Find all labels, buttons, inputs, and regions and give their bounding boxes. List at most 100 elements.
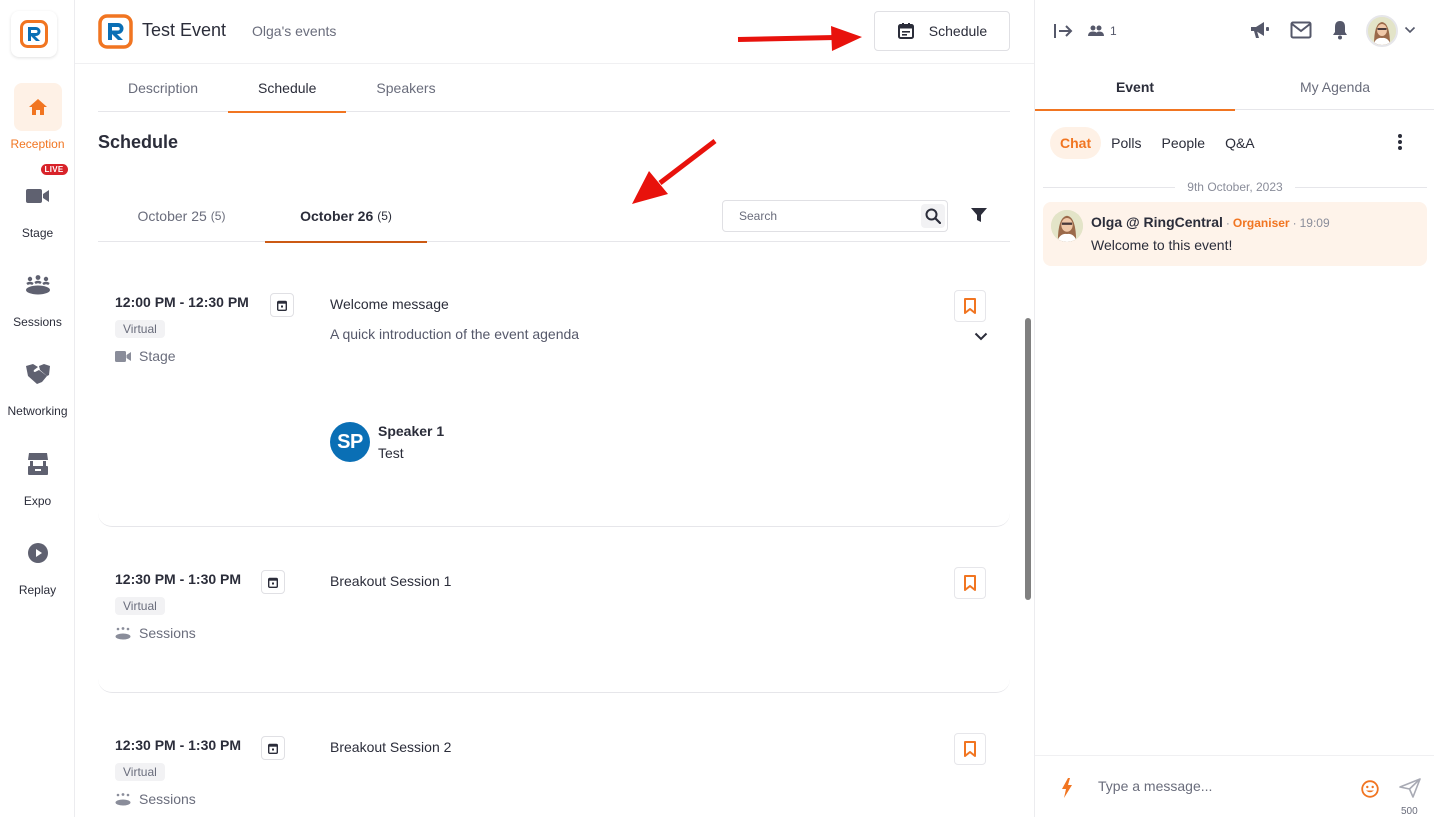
messages-button[interactable] (1290, 21, 1312, 39)
schedule-button[interactable]: Schedule (874, 11, 1010, 51)
user-avatar[interactable] (1366, 15, 1398, 47)
date-tab-count: (5) (210, 209, 226, 223)
schedule-search (722, 200, 948, 232)
separator-dot: · (1225, 216, 1230, 230)
sidebar-item-label: Stage (21, 226, 54, 240)
calendar-add-icon (268, 743, 278, 754)
sidebar-item-networking[interactable]: Networking (0, 350, 75, 418)
megaphone-icon (1251, 22, 1269, 38)
divider (1294, 186, 1427, 188)
collapse-panel-button[interactable] (1053, 22, 1073, 40)
kebab-menu-icon (1398, 134, 1402, 150)
calendar-icon (897, 23, 914, 39)
sidebar-item-expo[interactable]: Expo (0, 440, 75, 508)
collapse-right-icon (1054, 24, 1073, 38)
emoji-button[interactable] (1361, 780, 1379, 798)
attendees-indicator[interactable]: 1 (1088, 24, 1117, 38)
bookmark-button[interactable] (954, 290, 986, 322)
main-scrollbar[interactable] (1025, 318, 1031, 600)
play-circle-icon (27, 543, 48, 563)
right-panel: 1 Event My Agenda Chat Polls People Q&A … (1034, 0, 1434, 817)
search-input[interactable] (723, 209, 913, 223)
main-content: Test Event Olga's events Schedule Descri… (75, 0, 1034, 817)
home-icon (28, 99, 47, 115)
lightning-icon (1062, 778, 1072, 798)
expand-session-button[interactable] (974, 328, 988, 346)
bookmark-button[interactable] (954, 567, 986, 599)
annotation-arrow-icon (737, 26, 862, 51)
people-group-icon (115, 626, 131, 639)
date-tab-october-25[interactable]: October 25 (5) (98, 190, 265, 242)
tab-schedule[interactable]: Schedule (228, 64, 347, 113)
session-format-tag: Virtual (115, 320, 165, 338)
session-location-label: Sessions (139, 791, 196, 807)
search-button[interactable] (921, 204, 945, 228)
user-photo-icon (1368, 17, 1396, 45)
schedule-heading: Schedule (98, 132, 179, 152)
calendar-add-icon (268, 577, 278, 588)
session-time: 12:30 PM - 1:30 PM (115, 737, 242, 753)
message-input[interactable] (1098, 778, 1348, 794)
sidebar-item-replay[interactable]: Replay (0, 529, 75, 597)
chevron-down-icon (1404, 26, 1416, 34)
sub-tab-qa[interactable]: Q&A (1215, 127, 1265, 159)
add-to-calendar-button[interactable] (261, 736, 285, 760)
sidebar-item-label: Reception (10, 137, 65, 151)
user-photo-icon (1051, 210, 1083, 242)
sub-tab-polls[interactable]: Polls (1101, 127, 1151, 159)
event-organizer[interactable]: Olga's events (252, 23, 336, 39)
sidebar-item-label: Networking (7, 404, 68, 418)
session-time: 12:30 PM - 1:30 PM (115, 571, 242, 587)
message-author-role: Organiser (1232, 216, 1290, 230)
announcements-button[interactable] (1250, 21, 1272, 39)
send-button[interactable] (1399, 778, 1421, 798)
sidebar-item-stage[interactable]: LIVE Stage (0, 164, 75, 240)
app-logo[interactable] (11, 11, 57, 57)
user-menu-button[interactable] (1404, 26, 1416, 34)
filter-button[interactable] (970, 206, 988, 229)
schedule-button-label: Schedule (928, 23, 988, 39)
tab-my-agenda[interactable]: My Agenda (1235, 64, 1434, 110)
sub-tab-chat[interactable]: Chat (1050, 127, 1102, 159)
add-to-calendar-button[interactable] (261, 570, 285, 594)
session-title[interactable]: Breakout Session 1 (330, 573, 451, 589)
date-tab-october-26[interactable]: October 26 (5) (265, 190, 427, 243)
speaker-avatar: SP (330, 422, 370, 462)
chevron-down-icon (974, 332, 988, 341)
session-location[interactable]: Sessions (115, 625, 196, 641)
quick-actions-button[interactable] (1061, 778, 1073, 798)
date-tab-count: (5) (377, 209, 392, 223)
sidebar-item-label: Expo (23, 494, 52, 508)
tab-description[interactable]: Description (98, 64, 228, 112)
more-options-button[interactable] (1397, 133, 1403, 156)
notifications-button[interactable] (1332, 20, 1348, 40)
session-description: A quick introduction of the event agenda (330, 326, 580, 342)
sub-tab-people[interactable]: People (1151, 127, 1215, 159)
session-time: 12:00 PM - 12:30 PM (115, 294, 249, 310)
separator-dot: · (1292, 216, 1297, 230)
speaker-item[interactable]: SP Speaker 1 Test (330, 422, 444, 462)
sidebar-item-reception[interactable]: Reception (0, 83, 75, 151)
sidebar-item-sessions[interactable]: Sessions (0, 261, 75, 329)
date-tab-label: October 25 (137, 208, 207, 224)
add-to-calendar-button[interactable] (270, 293, 294, 317)
session-title[interactable]: Welcome message (330, 296, 449, 312)
bookmark-button[interactable] (954, 733, 986, 765)
chat-sub-tabs: Chat Polls People Q&A (1050, 127, 1265, 159)
message-author[interactable]: Olga @ RingCentral (1091, 214, 1223, 230)
bookmark-icon (964, 298, 976, 314)
session-title[interactable]: Breakout Session 2 (330, 739, 451, 755)
tab-speakers[interactable]: Speakers (346, 64, 465, 112)
session-card: 12:30 PM - 1:30 PM Virtual Sessions Brea… (98, 693, 1010, 817)
session-location-label: Stage (139, 348, 176, 364)
divider (1043, 186, 1176, 188)
event-header: Test Event Olga's events Schedule (75, 0, 1034, 64)
tab-event[interactable]: Event (1035, 64, 1235, 111)
event-logo-icon (98, 14, 133, 49)
session-location[interactable]: Sessions (115, 791, 196, 807)
message-author-avatar[interactable] (1051, 210, 1083, 242)
session-location[interactable]: Stage (115, 348, 176, 364)
message-time: 19:09 (1299, 216, 1330, 230)
bookmark-icon (964, 741, 976, 757)
people-icon (1088, 25, 1104, 36)
